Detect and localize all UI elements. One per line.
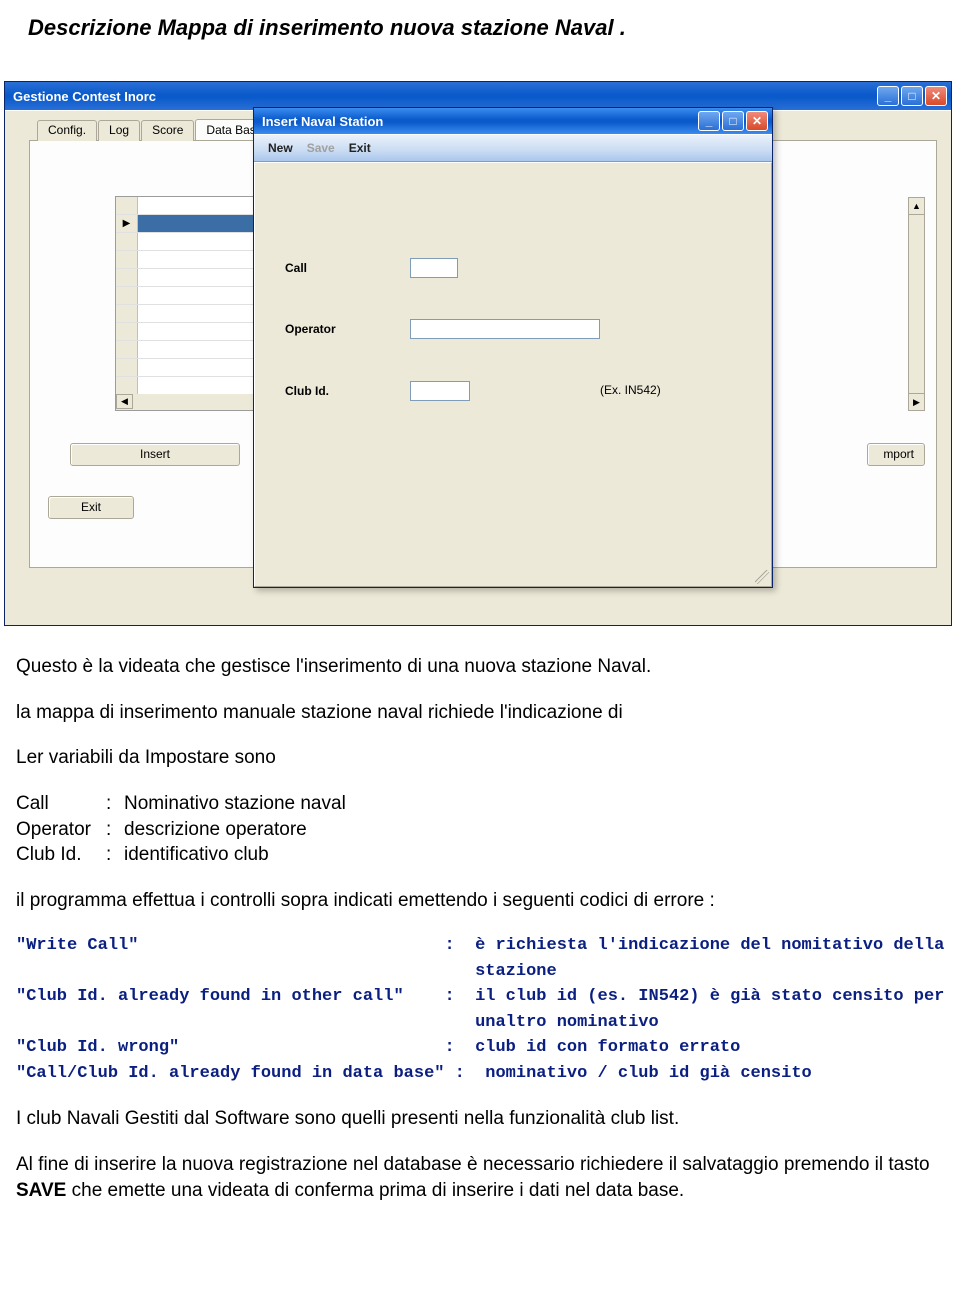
def-key: Call	[16, 791, 106, 817]
dialog-close-icon[interactable]: ✕	[746, 111, 768, 131]
main-window-title: Gestione Contest Inorc	[13, 89, 877, 104]
insert-button[interactable]: Insert	[70, 443, 240, 466]
grid-hscrollbar[interactable]: ◀	[115, 394, 255, 411]
paragraph: Questo è la videata che gestisce l'inser…	[16, 654, 950, 680]
main-titlebar: Gestione Contest Inorc _ □ ✕	[5, 82, 951, 110]
save-keyword: SAVE	[16, 1180, 66, 1201]
label-operator: Operator	[285, 322, 410, 336]
resize-grip-icon[interactable]	[755, 570, 769, 584]
def-value: identificativo club	[124, 842, 269, 868]
def-colon: :	[106, 817, 124, 843]
dialog-minimize-icon[interactable]: _	[698, 111, 720, 131]
data-grid[interactable]: ▶	[115, 196, 255, 396]
dialog-titlebar: Insert Naval Station _ □ ✕	[254, 108, 772, 134]
club-id-input[interactable]	[410, 381, 470, 401]
document-body: Questo è la videata che gestisce l'inser…	[0, 626, 960, 1203]
import-button[interactable]: mport	[867, 443, 925, 466]
definition-row: Operator : descrizione operatore	[16, 817, 950, 843]
maximize-icon[interactable]: □	[901, 86, 923, 106]
paragraph: la mappa di inserimento manuale stazione…	[16, 700, 950, 726]
menu-save[interactable]: Save	[307, 141, 335, 155]
call-input[interactable]	[410, 258, 458, 278]
dialog-body: Call Operator Club Id. (Ex. IN542)	[254, 162, 772, 587]
row-pointer-icon: ▶	[123, 218, 131, 229]
definition-row: Club Id. : identificativo club	[16, 842, 950, 868]
paragraph: il programma effettua i controlli sopra …	[16, 888, 950, 914]
def-value: Nominativo stazione naval	[124, 791, 346, 817]
scroll-up-icon[interactable]: ▲	[909, 198, 924, 215]
scroll-down-icon[interactable]: ▶	[909, 393, 924, 410]
paragraph: Ler variabili da Impostare sono	[16, 745, 950, 771]
text-span: che emette una videata di conferma prima…	[66, 1180, 684, 1201]
dialog-title: Insert Naval Station	[262, 114, 698, 129]
definition-list: Call : Nominativo stazione naval Operato…	[16, 791, 950, 868]
insert-naval-station-dialog: Insert Naval Station _ □ ✕ New Save Exit…	[253, 107, 773, 588]
dialog-menubar: New Save Exit	[254, 134, 772, 162]
definition-row: Call : Nominativo stazione naval	[16, 791, 950, 817]
scroll-left-icon[interactable]: ◀	[116, 394, 133, 409]
paragraph: I club Navali Gestiti dal Software sono …	[16, 1106, 950, 1132]
label-club-id: Club Id.	[285, 384, 410, 398]
def-key: Operator	[16, 817, 106, 843]
tab-config[interactable]: Config.	[37, 120, 97, 141]
def-colon: :	[106, 791, 124, 817]
error-codes-block: "Write Call" : è richiesta l'indicazione…	[16, 933, 950, 1086]
page-title: Descrizione Mappa di inserimento nuova s…	[0, 15, 960, 41]
tab-log[interactable]: Log	[98, 120, 140, 141]
club-id-hint: (Ex. IN542)	[600, 383, 661, 397]
menu-new[interactable]: New	[268, 141, 293, 155]
menu-exit[interactable]: Exit	[349, 141, 371, 155]
label-call: Call	[285, 261, 410, 275]
paragraph: Al fine di inserire la nuova registrazio…	[16, 1152, 950, 1203]
close-icon[interactable]: ✕	[925, 86, 947, 106]
def-value: descrizione operatore	[124, 817, 307, 843]
def-key: Club Id.	[16, 842, 106, 868]
grid-vscrollbar[interactable]: ▲ ▶	[908, 197, 925, 411]
exit-button[interactable]: Exit	[48, 496, 134, 519]
main-window: Gestione Contest Inorc _ □ ✕ Config. Log…	[4, 81, 952, 626]
minimize-icon[interactable]: _	[877, 86, 899, 106]
operator-input[interactable]	[410, 319, 600, 339]
text-span: Al fine di inserire la nuova registrazio…	[16, 1154, 930, 1175]
dialog-maximize-icon[interactable]: □	[722, 111, 744, 131]
def-colon: :	[106, 842, 124, 868]
tab-score[interactable]: Score	[141, 120, 194, 141]
